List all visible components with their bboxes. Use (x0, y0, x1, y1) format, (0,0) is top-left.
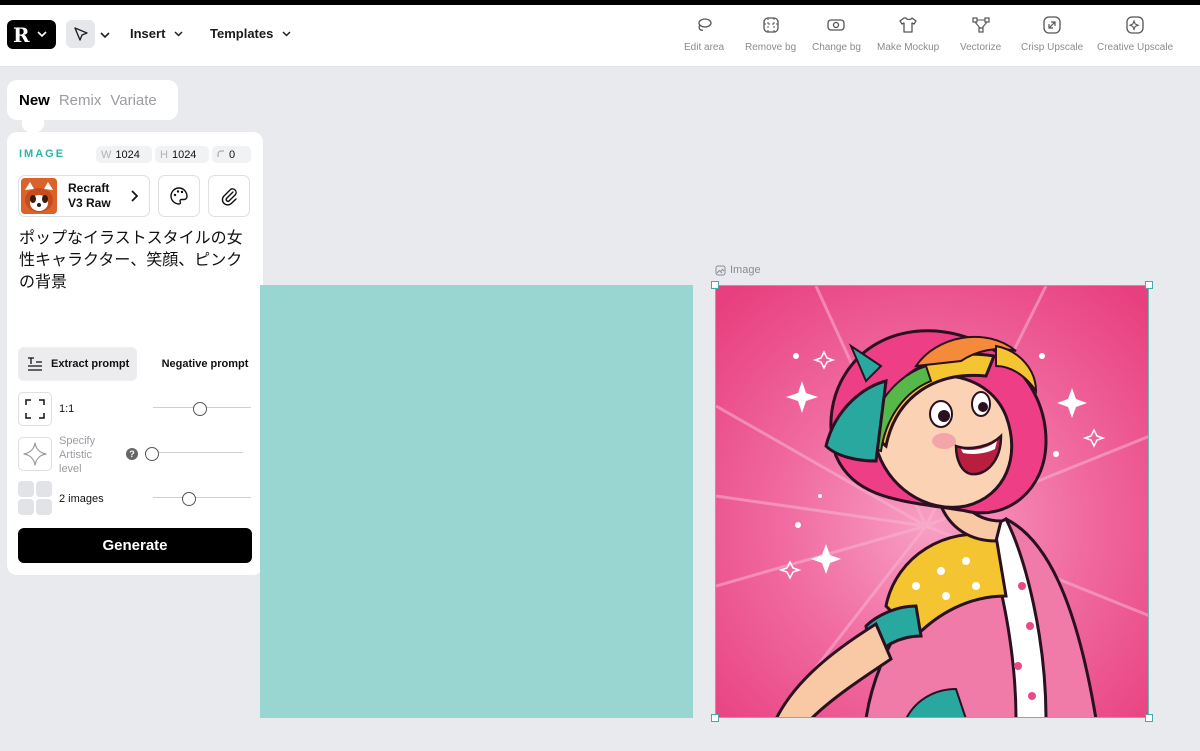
height-value: 1024 (171, 148, 197, 161)
generated-image[interactable] (715, 285, 1149, 718)
width-field[interactable]: W 1024 (96, 146, 152, 163)
insert-label: Insert (130, 26, 166, 41)
tab-new[interactable]: New (19, 92, 50, 109)
model-selector[interactable]: Recraft V3 Raw (18, 175, 150, 217)
aspect-ratio-icon-box (18, 392, 52, 426)
width-value: 1024 (115, 148, 140, 161)
model-name: Recraft V3 Raw (68, 181, 111, 210)
templates-menu[interactable]: Templates (210, 26, 291, 41)
tshirt-icon (899, 17, 917, 33)
tab-remix[interactable]: Remix (59, 92, 102, 109)
mode-tabs: New Remix Variate (7, 80, 178, 120)
artistic-level-label: Specify Artistic level (59, 435, 96, 475)
teal-placeholder-frame[interactable] (260, 285, 693, 718)
upscale-icon (1043, 16, 1061, 34)
help-icon[interactable]: ? (126, 448, 138, 460)
chevron-down-icon (174, 30, 183, 37)
images-count-label: 2 images (59, 493, 104, 505)
crisp-upscale-label: Crisp Upscale (1021, 42, 1084, 53)
attach-button[interactable] (208, 175, 250, 217)
frame-label: Image (715, 264, 761, 276)
extract-prompt-label: Extract prompt (51, 358, 130, 370)
style-palette-button[interactable] (158, 175, 200, 217)
generate-button[interactable]: Generate (18, 528, 252, 563)
height-field[interactable]: H 1024 (155, 146, 209, 163)
make-mockup-label: Make Mockup (877, 42, 940, 53)
cursor-arrow-icon (73, 27, 88, 41)
height-key: H (160, 148, 168, 161)
chevron-down-icon (282, 30, 291, 37)
slider-track (145, 452, 243, 453)
chevron-down-icon (37, 29, 47, 40)
chevron-down-icon[interactable] (100, 31, 110, 39)
palette-icon (170, 187, 188, 205)
width-key: W (101, 148, 112, 161)
generation-panel: IMAGE W 1024 H 1024 0 Recraft V3 Raw ポップ… (7, 132, 263, 575)
slider-track (153, 497, 251, 498)
tab-variate[interactable]: Variate (110, 92, 156, 109)
change-bg-button[interactable]: Change bg (812, 15, 861, 53)
top-toolbar: R Insert Templates Edit area Remove bg C… (0, 5, 1200, 67)
creative-upscale-button[interactable]: Creative Upscale (1097, 15, 1173, 53)
aspect-ratio-label: 1:1 (59, 403, 75, 415)
negative-prompt-button[interactable]: Negative prompt (153, 347, 257, 381)
image-count-icon (18, 481, 53, 516)
frame-label-text: Image (730, 264, 761, 276)
select-tool-button[interactable] (66, 20, 95, 48)
edit-area-button[interactable]: Edit area (684, 15, 724, 53)
resize-handle-top-left[interactable] (711, 281, 719, 289)
section-label: IMAGE (19, 148, 66, 160)
insert-menu[interactable]: Insert (130, 26, 183, 41)
remove-bg-icon (762, 17, 779, 33)
app-menu-button[interactable]: R (7, 20, 56, 49)
resize-handle-top-right[interactable] (1145, 281, 1153, 289)
slider-knob[interactable] (145, 447, 159, 461)
artistic-level-slider[interactable] (145, 447, 243, 461)
change-bg-icon (827, 19, 846, 31)
vectorize-icon (971, 17, 990, 33)
aspect-ratio-icon (25, 399, 45, 419)
make-mockup-button[interactable]: Make Mockup (877, 15, 939, 53)
remove-bg-label: Remove bg (745, 42, 797, 53)
aspect-ratio-slider[interactable] (153, 402, 251, 416)
remove-bg-button[interactable]: Remove bg (745, 15, 796, 53)
recraft-logo: R (13, 22, 30, 47)
prompt-input[interactable]: ポップなイラストスタイルの女性キャラクター、笑顔、ピンクの背景 (19, 227, 253, 337)
image-icon (715, 265, 726, 275)
lasso-icon (698, 18, 712, 31)
templates-label: Templates (210, 26, 274, 41)
vectorize-button[interactable]: Vectorize (960, 15, 1001, 53)
resize-handle-bottom-right[interactable] (1145, 714, 1153, 722)
paperclip-icon (221, 188, 237, 206)
slider-knob[interactable] (182, 492, 196, 506)
resize-handle-bottom-left[interactable] (711, 714, 719, 722)
chevron-right-icon (131, 190, 138, 202)
vectorize-label: Vectorize (960, 42, 1002, 53)
images-count-slider[interactable] (153, 492, 251, 506)
corner-radius-value: 0 (229, 148, 236, 161)
corner-radius-field[interactable]: 0 (212, 146, 251, 163)
text-lines-icon (28, 357, 42, 371)
artistic-level-icon-box (18, 437, 52, 471)
negative-prompt-label: Negative prompt (161, 358, 249, 370)
creative-upscale-label: Creative Upscale (1097, 42, 1174, 53)
sparkle-icon (23, 442, 47, 466)
generate-label: Generate (102, 537, 168, 554)
extract-prompt-button[interactable]: Extract prompt (18, 347, 137, 381)
slider-knob[interactable] (193, 402, 207, 416)
change-bg-label: Change bg (812, 42, 861, 53)
creative-upscale-icon (1126, 16, 1144, 34)
edit-area-label: Edit area (684, 42, 725, 53)
crisp-upscale-button[interactable]: Crisp Upscale (1021, 15, 1083, 53)
red-panda-avatar (21, 178, 57, 214)
tab-connector (22, 118, 44, 132)
corner-radius-icon (217, 149, 225, 161)
pop-art-girl-illustration (716, 286, 1148, 717)
